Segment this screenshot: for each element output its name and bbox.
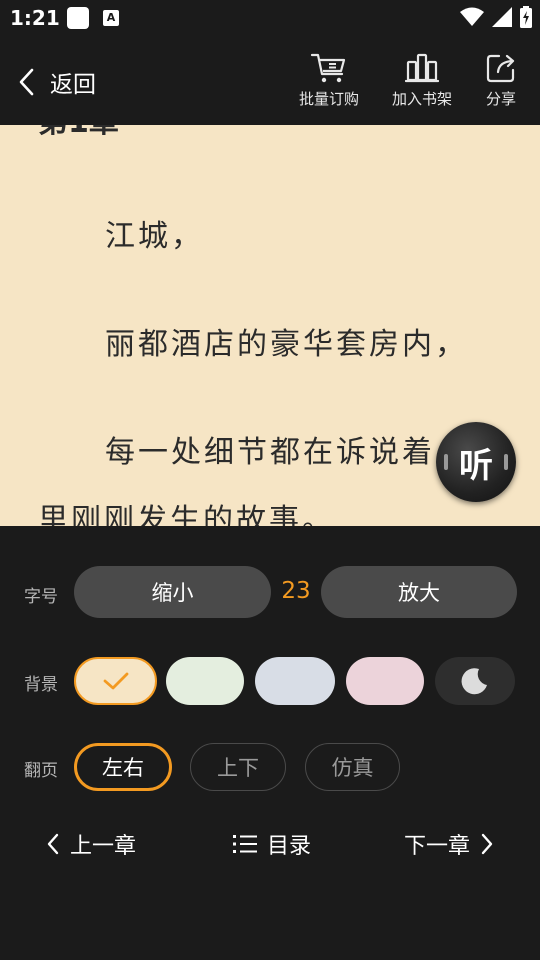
list-icon — [233, 835, 257, 853]
font-size-value: 23 — [281, 578, 311, 604]
bookshelf-icon — [405, 53, 439, 83]
sound-wave-icon — [444, 454, 448, 470]
paragraph: 江城， — [105, 219, 204, 254]
prev-chapter-label: 上一章 — [70, 834, 137, 859]
signal-icon — [492, 7, 512, 27]
app-notification-icon — [67, 7, 89, 29]
battery-icon — [520, 6, 532, 28]
next-chapter-label: 下一章 — [404, 834, 471, 859]
page-turn-label: 翻页 — [24, 761, 58, 781]
add-to-shelf-button[interactable]: 加入书架 — [392, 52, 452, 109]
table-of-contents-button[interactable]: 目录 — [233, 828, 311, 860]
font-decrease-button[interactable]: 缩小 — [74, 566, 271, 618]
table-of-contents-label: 目录 — [267, 834, 312, 859]
share-icon — [486, 54, 515, 83]
chevron-left-icon — [47, 833, 59, 855]
next-chapter-button[interactable]: 下一章 — [404, 828, 494, 860]
sound-wave-icon — [504, 454, 508, 470]
page-turn-horizontal[interactable]: 左右 — [74, 743, 172, 791]
reader-header: 返回 批量订购 加入书架 分享 — [0, 36, 540, 125]
reading-settings-panel: 字号 缩小 23 放大 背景 翻页 左右 上下 仿真 上一章 目录 下一章 — [0, 526, 540, 960]
bg-swatch-cream[interactable] — [74, 657, 157, 705]
status-icons — [460, 6, 532, 28]
chapter-title: 第1章 — [38, 125, 119, 141]
status-bar: 1:21 A — [0, 0, 540, 36]
night-mode-button[interactable] — [435, 657, 515, 705]
share-label: 分享 — [485, 90, 516, 108]
add-to-shelf-label: 加入书架 — [392, 90, 453, 108]
bulk-purchase-button[interactable]: 批量订购 — [299, 52, 359, 109]
prev-chapter-button[interactable]: 上一章 — [46, 828, 136, 860]
chevron-right-icon — [481, 833, 493, 855]
page-turn-simulated[interactable]: 仿真 — [305, 743, 400, 791]
background-label: 背景 — [24, 675, 58, 695]
back-label: 返回 — [50, 72, 96, 98]
font-size-label: 字号 — [24, 587, 58, 607]
bg-swatch-blue[interactable] — [255, 657, 335, 705]
bg-swatch-pink[interactable] — [346, 657, 424, 705]
back-button[interactable]: 返回 — [18, 62, 96, 102]
share-button[interactable]: 分享 — [485, 52, 517, 109]
bulk-purchase-label: 批量订购 — [299, 90, 360, 108]
moon-icon — [461, 668, 487, 695]
bg-swatch-green[interactable] — [166, 657, 244, 705]
listen-label: 听 — [459, 445, 493, 486]
paragraph: 里刚刚发生的故事。 — [38, 503, 335, 526]
a-badge-icon: A — [103, 10, 119, 26]
checkmark-icon — [103, 672, 128, 690]
paragraph: 丽都酒店的豪华套房内， — [105, 327, 468, 362]
wifi-icon — [460, 7, 484, 26]
cart-icon — [310, 53, 346, 83]
page-turn-vertical[interactable]: 上下 — [190, 743, 286, 791]
status-time: 1:21 — [10, 6, 60, 30]
font-increase-button[interactable]: 放大 — [321, 566, 517, 618]
chevron-left-icon — [19, 68, 34, 96]
listen-button[interactable]: 听 — [436, 422, 516, 502]
